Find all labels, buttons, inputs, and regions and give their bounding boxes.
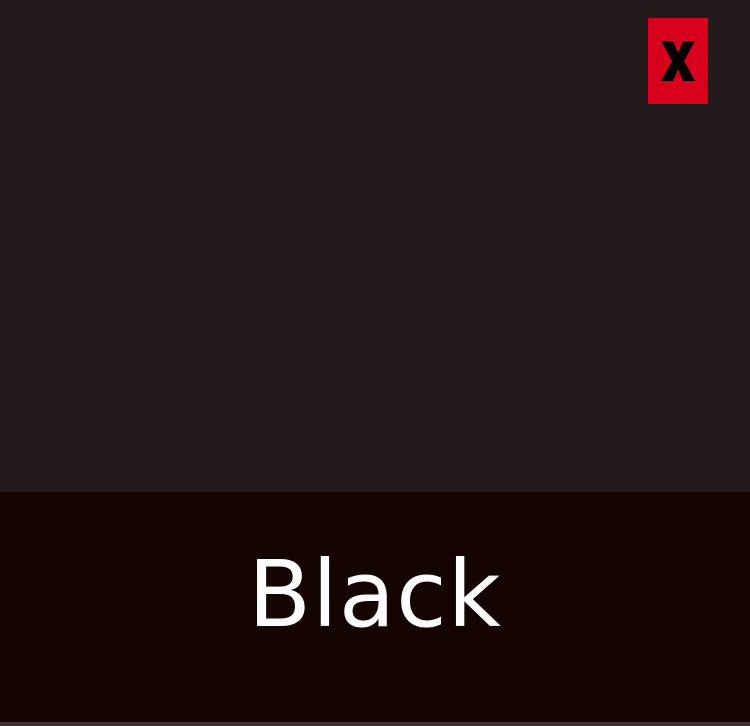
close-button[interactable] [648,18,708,104]
close-icon [648,18,708,104]
color-name-label: Black [248,541,502,648]
color-name-bar: Black [0,492,750,726]
color-swatch-preview [0,0,750,492]
color-swatch-card: Black [0,0,750,726]
bottom-edge-divider [0,722,750,726]
